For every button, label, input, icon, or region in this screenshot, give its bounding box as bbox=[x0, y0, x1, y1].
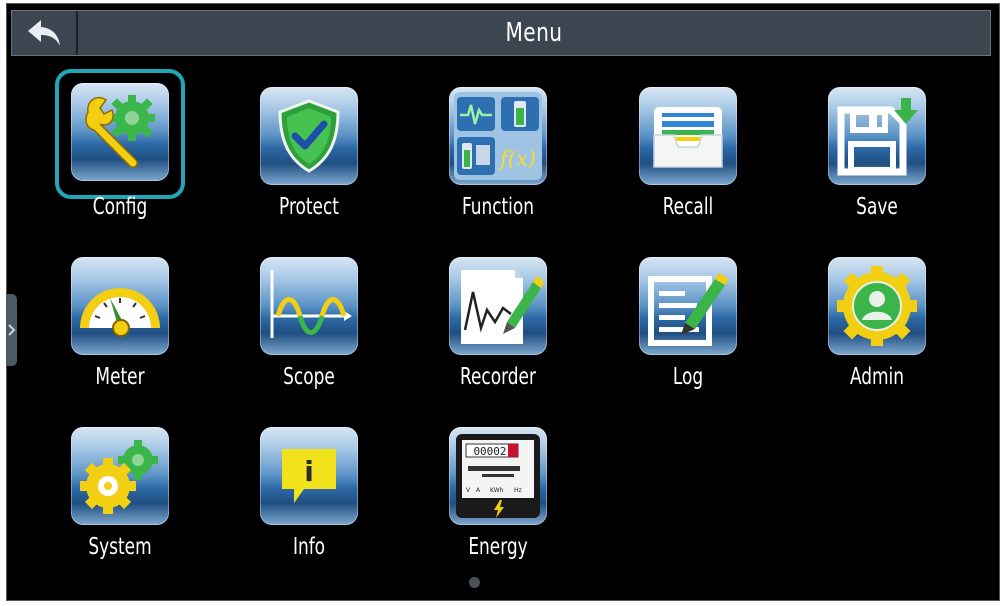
info-glyph: i bbox=[304, 455, 314, 488]
gauge-meter-icon bbox=[80, 288, 160, 337]
recall-label: Recall bbox=[662, 194, 714, 220]
side-panel-handle[interactable] bbox=[7, 294, 17, 366]
system-gears-icon bbox=[80, 440, 158, 514]
info-label: Info bbox=[292, 534, 326, 560]
recorder-button[interactable] bbox=[449, 257, 547, 355]
config-label: Config bbox=[92, 194, 148, 220]
energy-counter: 00002 bbox=[473, 445, 506, 458]
info-bubble-icon: i bbox=[282, 449, 336, 503]
system-button[interactable] bbox=[71, 427, 169, 525]
meter-label: Meter bbox=[95, 364, 145, 390]
energy-button[interactable]: 00002 V A KWh Hz bbox=[449, 427, 547, 525]
top-bar: Menu bbox=[11, 10, 991, 56]
info-button[interactable]: i bbox=[260, 427, 358, 525]
wrench-gear-icon bbox=[85, 95, 155, 169]
page-title: Menu bbox=[505, 18, 563, 48]
back-arrow-icon bbox=[28, 20, 60, 46]
function-label: Function bbox=[461, 194, 535, 220]
unit-kwh: KWh bbox=[490, 487, 504, 494]
scope-label: Scope bbox=[283, 364, 335, 390]
save-label: Save bbox=[856, 194, 898, 220]
page-indicator-dot bbox=[469, 577, 480, 588]
config-button[interactable] bbox=[71, 83, 169, 181]
energy-meter-icon: 00002 V A KWh Hz bbox=[456, 434, 540, 518]
protect-label: Protect bbox=[279, 194, 339, 220]
scope-button[interactable] bbox=[260, 257, 358, 355]
admin-label: Admin bbox=[849, 364, 905, 390]
recorder-label: Recorder bbox=[460, 364, 536, 390]
shield-check-icon bbox=[278, 99, 340, 173]
recall-tray-icon bbox=[653, 107, 723, 168]
log-button[interactable] bbox=[639, 257, 737, 355]
menu-screen: Menu Config Protect f(x) Function Recall… bbox=[6, 3, 1000, 601]
system-label: System bbox=[88, 534, 152, 560]
save-button[interactable] bbox=[828, 87, 926, 185]
unit-hz: Hz bbox=[514, 487, 522, 494]
recall-button[interactable] bbox=[639, 87, 737, 185]
function-grid-icon: f(x) bbox=[454, 92, 542, 180]
log-edit-icon bbox=[648, 273, 729, 346]
admin-button[interactable] bbox=[828, 257, 926, 355]
log-label: Log bbox=[672, 364, 704, 390]
meter-button[interactable] bbox=[71, 257, 169, 355]
energy-label: Energy bbox=[468, 534, 528, 560]
back-button[interactable] bbox=[12, 11, 78, 55]
fx-label: f(x) bbox=[498, 147, 536, 171]
function-button[interactable]: f(x) bbox=[449, 87, 547, 185]
chevron-right-icon bbox=[8, 324, 16, 336]
admin-user-gear-icon bbox=[837, 266, 917, 346]
floppy-save-icon bbox=[837, 98, 918, 176]
waveform-scope-icon bbox=[270, 270, 352, 338]
protect-button[interactable] bbox=[260, 87, 358, 185]
recorder-chart-icon bbox=[461, 270, 543, 344]
